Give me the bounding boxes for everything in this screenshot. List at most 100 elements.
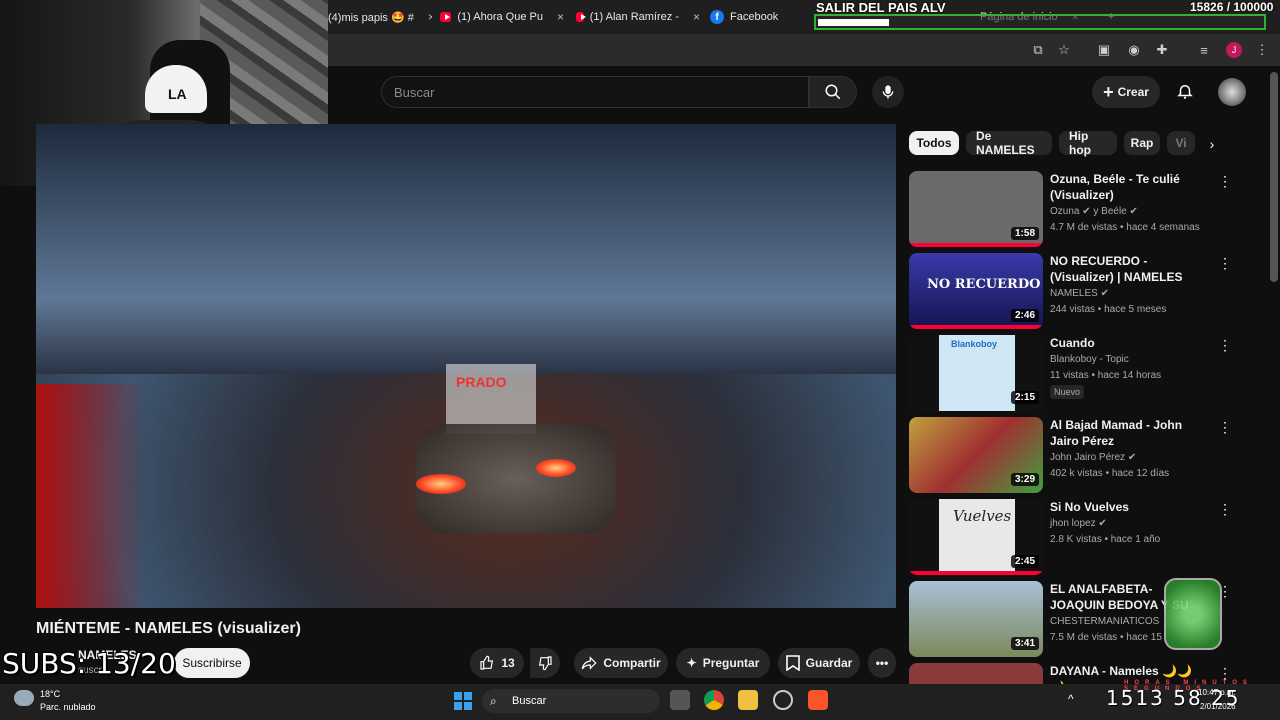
steam-icon[interactable] <box>773 690 793 710</box>
subscribe-button[interactable]: Suscribirse <box>174 648 250 678</box>
more-horizontal-icon: ••• <box>875 656 889 670</box>
kebab-menu-icon[interactable]: ⋮ <box>1254 42 1270 58</box>
channel-name[interactable]: Blankoboy - Topic <box>1050 354 1129 365</box>
channel-name[interactable]: Ozuna ✔ y Beéle ✔ <box>1050 206 1138 217</box>
thumbs-down-icon <box>538 656 552 671</box>
chip-partial[interactable]: Vi <box>1167 131 1195 155</box>
tray-clock[interactable]: 10:47 p.m. <box>1198 688 1236 697</box>
close-icon[interactable]: × <box>693 10 700 24</box>
bookmark-star-icon[interactable]: ☆ <box>1056 42 1072 58</box>
browser-tab-1[interactable]: (4)mis papis 🤩 # × <box>328 6 432 28</box>
video-frame-taillight <box>416 474 466 494</box>
video-title[interactable]: Al Bajad Mamad - John Jairo Pérez <box>1050 417 1202 449</box>
recommendation-item[interactable]: 1:58 Ozuna, Beéle - Te culié (Visualizer… <box>909 171 1239 247</box>
kebab-menu-icon[interactable]: ⋮ <box>1218 501 1232 518</box>
browser-tab-4[interactable]: f Facebook <box>710 6 810 28</box>
weather-icon[interactable] <box>14 690 34 706</box>
voice-search-button[interactable] <box>872 76 904 108</box>
like-count: 13 <box>501 656 515 670</box>
channel-name[interactable]: CHESTERMANIATICOS <box>1050 616 1159 627</box>
recommendation-item[interactable]: NO RECUERDO 2:46 NO RECUERDO - (Visualiz… <box>909 253 1239 329</box>
channel-name[interactable]: John Jairo Pérez ✔ <box>1050 452 1136 463</box>
kebab-menu-icon[interactable]: ⋮ <box>1218 173 1232 190</box>
chevron-up-icon[interactable]: ^ <box>1068 692 1074 706</box>
scrollbar[interactable] <box>1270 72 1278 282</box>
channel-name[interactable]: NAMELES ✔ <box>1050 288 1109 299</box>
ask-button[interactable]: ✦ Preguntar <box>676 648 770 678</box>
recommendation-item[interactable]: Blankoboy 2:15 Cuando Blankoboy - Topic … <box>909 335 1239 411</box>
thumbnail-text: Blankoboy <box>951 339 998 349</box>
kebab-menu-icon[interactable]: ⋮ <box>1218 419 1232 436</box>
kebab-menu-icon[interactable]: ⋮ <box>1218 255 1232 272</box>
video-duration: 3:29 <box>1010 473 1039 486</box>
browser-tab-2[interactable]: (1) Ahora Que Pu × <box>440 6 564 28</box>
screenshot-icon[interactable]: ▣ <box>1096 42 1112 58</box>
video-meta: 7.5 M de vistas • hace 15 <box>1050 632 1162 643</box>
thumbnail-text: NO RECUERDO <box>927 277 1041 292</box>
video-player[interactable]: PRADO <box>36 124 896 608</box>
video-title[interactable]: Si No Vuelves <box>1050 499 1202 515</box>
windows-start-icon[interactable] <box>454 692 472 710</box>
search-icon: ⌕ <box>490 694 497 708</box>
file-explorer-icon[interactable] <box>738 690 758 710</box>
facebook-favicon-icon: f <box>710 10 724 24</box>
video-thumbnail[interactable] <box>909 663 1043 684</box>
video-thumbnail[interactable]: 3:29 <box>909 417 1043 493</box>
save-label: Guardar <box>805 656 853 670</box>
goal-progress-bar <box>814 14 1266 30</box>
video-meta: 2.8 K vistas • hace 1 año <box>1050 534 1161 545</box>
avatar[interactable] <box>1218 78 1246 106</box>
save-button[interactable]: Guardar <box>778 648 860 678</box>
tray-date[interactable]: 2/01/2026 <box>1200 702 1236 711</box>
video-title[interactable]: Cuando <box>1050 335 1202 351</box>
chrome-icon[interactable] <box>704 690 724 710</box>
chevron-right-icon[interactable]: › <box>1202 134 1222 154</box>
tab-label: (1) Ahora Que Pu <box>457 11 543 23</box>
close-icon[interactable]: × <box>557 10 564 24</box>
video-thumbnail[interactable]: 1:58 <box>909 171 1043 247</box>
media-icon[interactable]: ≡ <box>1196 42 1212 58</box>
search-input[interactable]: Buscar <box>381 76 809 108</box>
browser-tab-3[interactable]: (1) Alan Ramírez - × <box>576 6 700 28</box>
watched-progress-bar <box>909 325 1043 329</box>
dislike-button[interactable] <box>530 648 560 678</box>
video-duration: 3:41 <box>1010 637 1039 650</box>
recommendation-item[interactable]: Vuelves 2:45 Si No Vuelves jhon lopez ✔ … <box>909 499 1239 575</box>
weather-temperature[interactable]: 18°C <box>40 689 60 699</box>
close-icon[interactable]: × <box>428 10 432 24</box>
chip-rap[interactable]: Rap <box>1124 131 1160 155</box>
taskbar-search-input[interactable]: Buscar <box>482 689 660 713</box>
share-button[interactable]: Compartir <box>574 648 668 678</box>
cast-icon[interactable]: ⧉ <box>1030 42 1046 58</box>
video-thumbnail[interactable]: 3:41 <box>909 581 1043 657</box>
weather-description[interactable]: Parc. nublado <box>40 702 96 712</box>
recommendation-item[interactable]: 3:29 Al Bajad Mamad - John Jairo Pérez J… <box>909 417 1239 493</box>
video-meta: 402 k vistas • hace 12 días <box>1050 468 1170 479</box>
subs-counter-overlay: SUBS: 13/20 <box>2 647 176 680</box>
video-title[interactable]: NO RECUERDO - (Visualizer) | NAMELES <box>1050 253 1202 285</box>
like-button[interactable]: 13 <box>470 648 524 678</box>
video-thumbnail[interactable]: Vuelves 2:45 <box>909 499 1043 575</box>
profile-icon[interactable]: J <box>1226 42 1242 58</box>
create-button[interactable]: + Crear <box>1092 76 1160 108</box>
video-title[interactable]: Ozuna, Beéle - Te culié (Visualizer) <box>1050 171 1202 203</box>
youtube-favicon-icon <box>440 12 452 22</box>
create-label: Crear <box>1117 85 1149 99</box>
kebab-menu-icon[interactable]: ⋮ <box>1218 337 1232 354</box>
cap-logo: LA <box>168 86 187 102</box>
chip-all[interactable]: Todos <box>909 131 959 155</box>
task-view-icon[interactable] <box>670 690 690 710</box>
channel-name[interactable]: jhon lopez ✔ <box>1050 518 1107 529</box>
video-thumbnail[interactable]: Blankoboy 2:15 <box>909 335 1043 411</box>
search-button[interactable] <box>809 76 857 108</box>
extension-icon[interactable]: ◉ <box>1126 42 1142 58</box>
more-actions-button[interactable]: ••• <box>868 648 896 678</box>
puzzle-icon[interactable]: ✚ <box>1154 42 1170 58</box>
thumbnail-text: Vuelves <box>953 507 1012 525</box>
chip-from-channel[interactable]: De NAMELES <box>966 129 1052 157</box>
video-frame-sky <box>36 124 896 374</box>
brave-icon[interactable] <box>808 690 828 710</box>
video-thumbnail[interactable]: NO RECUERDO 2:46 <box>909 253 1043 329</box>
notifications-button[interactable] <box>1172 78 1198 104</box>
chip-hip-hop[interactable]: Hip hop <box>1059 129 1117 157</box>
